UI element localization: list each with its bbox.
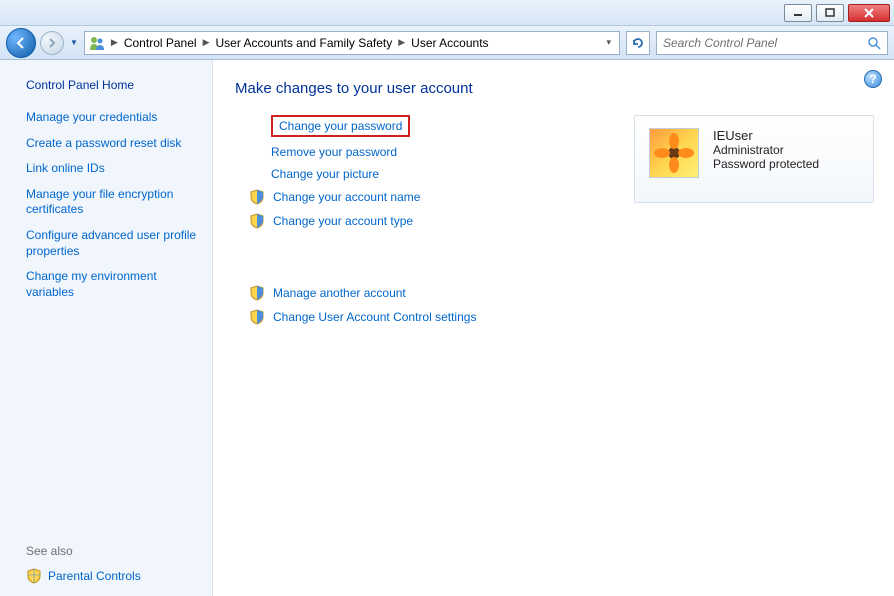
users-icon xyxy=(89,35,105,51)
navigation-bar: ▼ ▶ Control Panel ▶ User Accounts and Fami… xyxy=(0,26,894,60)
user-picture xyxy=(649,128,699,178)
help-icon: ? xyxy=(869,72,876,86)
breadcrumb-label: User Accounts and Family Safety xyxy=(215,36,392,50)
user-name: IEUser xyxy=(713,128,819,143)
search-input[interactable]: Search Control Panel xyxy=(656,31,888,55)
search-icon xyxy=(867,36,881,50)
sidebar-item-env-vars[interactable]: Change my environment variables xyxy=(26,269,200,300)
sidebar-item-encryption-certs[interactable]: Manage your file encryption certificates xyxy=(26,187,200,218)
sidebar-item-parental-controls[interactable]: Parental Controls xyxy=(26,568,200,584)
refresh-icon xyxy=(631,36,645,50)
breadcrumb-item[interactable]: ▶ Control Panel xyxy=(111,36,197,50)
page-heading: Make changes to your user account xyxy=(235,80,874,97)
sidebar-home-link[interactable]: Control Panel Home xyxy=(26,78,200,92)
arrow-left-icon xyxy=(14,36,28,50)
action-change-type[interactable]: Change your account type xyxy=(249,213,476,229)
action-label: Change your account type xyxy=(273,214,413,228)
breadcrumb-item[interactable]: ▶ User Accounts xyxy=(398,36,488,50)
sidebar-item-credentials[interactable]: Manage your credentials xyxy=(26,110,200,126)
sidebar: Control Panel Home Manage your credentia… xyxy=(0,60,213,596)
action-label: Manage another account xyxy=(273,286,406,300)
window-close-button[interactable] xyxy=(848,4,890,22)
main-panel: ? Make changes to your user account Chan… xyxy=(213,60,894,596)
action-label: Change your password xyxy=(271,115,410,137)
user-account-card: IEUser Administrator Password protected xyxy=(634,115,874,203)
action-remove-password[interactable]: Remove your password xyxy=(271,145,476,159)
shield-icon xyxy=(249,213,265,229)
action-change-name[interactable]: Change your account name xyxy=(249,189,476,205)
chevron-right-icon: ▶ xyxy=(398,37,405,48)
back-button[interactable] xyxy=(6,28,36,58)
chevron-right-icon: ▶ xyxy=(203,37,210,48)
history-dropdown-icon[interactable]: ▼ xyxy=(70,38,78,47)
action-change-password[interactable]: Change your password xyxy=(271,115,476,137)
action-label: Change User Account Control settings xyxy=(273,310,476,324)
sidebar-item-password-reset[interactable]: Create a password reset disk xyxy=(26,136,200,152)
sidebar-item-profile-properties[interactable]: Configure advanced user profile properti… xyxy=(26,228,200,259)
user-status: Password protected xyxy=(713,157,819,171)
action-manage-another[interactable]: Manage another account xyxy=(249,285,476,301)
flower-icon xyxy=(654,133,694,173)
sidebar-item-label: Parental Controls xyxy=(48,569,141,583)
actions-list: Change your password Remove your passwor… xyxy=(235,115,476,325)
shield-icon xyxy=(249,309,265,325)
search-placeholder: Search Control Panel xyxy=(663,36,777,50)
shield-icon xyxy=(26,568,42,584)
user-role: Administrator xyxy=(713,143,819,157)
breadcrumb-label: User Accounts xyxy=(411,36,488,50)
forward-button[interactable] xyxy=(40,31,64,55)
see-also-label: See also xyxy=(26,544,200,558)
window-minimize-button[interactable] xyxy=(784,4,812,22)
chevron-right-icon: ▶ xyxy=(111,37,118,48)
breadcrumb-label: Control Panel xyxy=(124,36,197,50)
address-dropdown-icon[interactable]: ▾ xyxy=(606,37,611,48)
arrow-right-icon xyxy=(47,38,57,48)
action-label: Remove your password xyxy=(271,145,397,159)
action-label: Change your picture xyxy=(271,167,379,181)
window-titlebar xyxy=(0,0,894,26)
help-button[interactable]: ? xyxy=(864,70,882,88)
action-change-picture[interactable]: Change your picture xyxy=(271,167,476,181)
action-uac-settings[interactable]: Change User Account Control settings xyxy=(249,309,476,325)
breadcrumb-item[interactable]: ▶ User Accounts and Family Safety xyxy=(203,36,393,50)
address-bar[interactable]: ▶ Control Panel ▶ User Accounts and Family… xyxy=(84,31,620,55)
window-maximize-button[interactable] xyxy=(816,4,844,22)
sidebar-item-online-ids[interactable]: Link online IDs xyxy=(26,161,200,177)
action-label: Change your account name xyxy=(273,190,420,204)
refresh-button[interactable] xyxy=(626,31,650,55)
content-area: Control Panel Home Manage your credentia… xyxy=(0,60,894,596)
shield-icon xyxy=(249,189,265,205)
shield-icon xyxy=(249,285,265,301)
